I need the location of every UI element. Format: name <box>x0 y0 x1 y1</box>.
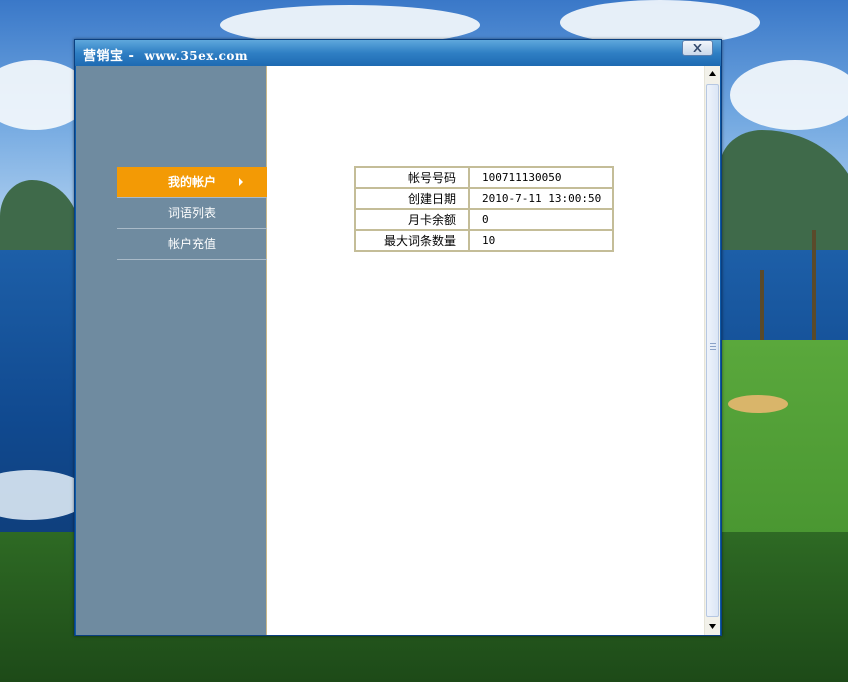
scroll-down-icon <box>709 624 716 629</box>
scroll-up-button[interactable] <box>705 66 720 82</box>
sidebar-item-recharge[interactable]: 帐户充值 <box>117 229 267 260</box>
table-row: 最大词条数量 10 <box>355 230 613 251</box>
wallpaper-palm <box>760 270 764 340</box>
table-row: 月卡余额 0 <box>355 209 613 230</box>
close-icon <box>693 44 702 52</box>
sidebar-item-label: 我的帐户 <box>167 175 216 189</box>
wallpaper-cloud <box>730 60 848 130</box>
close-button[interactable] <box>682 40 713 56</box>
grip-icon <box>710 343 716 350</box>
sidebar-item-label: 词语列表 <box>167 206 216 220</box>
scrollbar-thumb[interactable] <box>706 84 719 617</box>
created-date-label: 创建日期 <box>355 188 469 209</box>
window-titlebar[interactable]: 营销宝 - www.35ex.com <box>75 40 721 66</box>
account-info-table: 帐号号码 100711130050 创建日期 2010-7-11 13:00:5… <box>354 166 614 252</box>
sidebar-nav: 我的帐户 词语列表 帐户充值 <box>117 167 267 260</box>
scroll-up-icon <box>709 71 716 76</box>
sidebar-item-word-list[interactable]: 词语列表 <box>117 198 267 229</box>
scroll-down-button[interactable] <box>705 619 720 635</box>
arrow-right-icon <box>239 178 243 186</box>
vertical-scrollbar[interactable] <box>704 66 720 635</box>
sidebar-item-label: 帐户充值 <box>167 237 216 251</box>
created-date-value: 2010-7-11 13:00:50 <box>469 188 613 209</box>
wallpaper-sand <box>728 395 788 413</box>
account-number-value: 100711130050 <box>469 167 613 188</box>
window-client-area: 我的帐户 词语列表 帐户充值 帐号号码 100711130050 创建日期 20… <box>76 66 720 635</box>
monthly-balance-value: 0 <box>469 209 613 230</box>
max-entries-value: 10 <box>469 230 613 251</box>
account-number-label: 帐号号码 <box>355 167 469 188</box>
window-title-app: 营销宝 - <box>83 49 140 64</box>
sidebar: 我的帐户 词语列表 帐户充值 <box>76 66 267 635</box>
window-title: 营销宝 - www.35ex.com <box>83 45 248 64</box>
wallpaper-palm <box>812 230 816 340</box>
app-window: 营销宝 - www.35ex.com 我的帐户 词语列表 帐户充值 帐号号码 1… <box>74 39 722 636</box>
max-entries-label: 最大词条数量 <box>355 230 469 251</box>
table-row: 创建日期 2010-7-11 13:00:50 <box>355 188 613 209</box>
monthly-balance-label: 月卡余额 <box>355 209 469 230</box>
main-content: 帐号号码 100711130050 创建日期 2010-7-11 13:00:5… <box>267 66 704 635</box>
sidebar-item-my-account[interactable]: 我的帐户 <box>117 167 267 198</box>
window-title-url: www.35ex.com <box>144 49 249 63</box>
table-row: 帐号号码 100711130050 <box>355 167 613 188</box>
